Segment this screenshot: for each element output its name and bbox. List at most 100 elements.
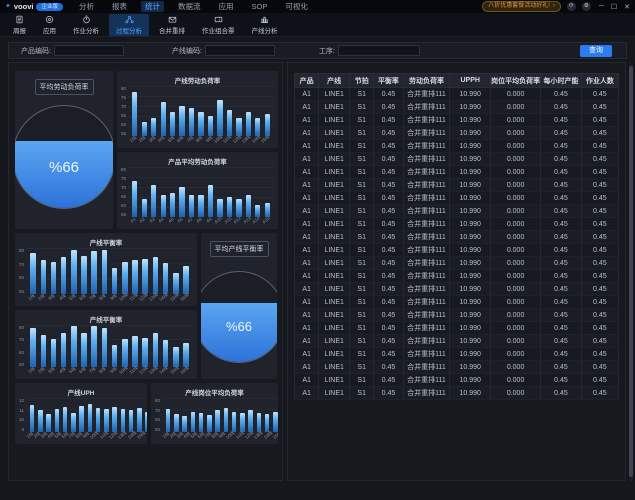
table-cell: 10.990 <box>450 127 491 140</box>
table-cell: 0.45 <box>581 322 618 335</box>
table-row[interactable]: A1LINE1S10.45合并重排11110.9900.0000.450.45 <box>295 374 619 387</box>
x-axis-labels: A1A2A3A4A5A6A7A8A9A10A11A12A13A14A15 <box>128 217 274 227</box>
table-row[interactable]: A1LINE1S10.45合并重排11110.9900.0000.450.45 <box>295 348 619 361</box>
table-cell: 0.000 <box>490 166 540 179</box>
table-cell: 合并重排111 <box>403 257 450 270</box>
table-cell: 0.000 <box>490 153 540 166</box>
table-cell: 合并重排111 <box>403 335 450 348</box>
y-axis: 807570656055 <box>120 167 128 227</box>
table-cell: 0.45 <box>541 88 582 101</box>
table-row[interactable]: A1LINE1S10.45合并重排11110.9900.0000.450.45 <box>295 153 619 166</box>
table-cell: 0.000 <box>490 257 540 270</box>
table-row[interactable]: A1LINE1S10.45合并重排11110.9900.0000.450.45 <box>295 322 619 335</box>
table-cell: 合并重排111 <box>403 205 450 218</box>
tool-weekly-report[interactable]: 周报 <box>6 14 33 36</box>
minimize-button[interactable]: ─ <box>599 3 604 11</box>
x-axis-labels: 1线2线3线4线5线6线7线8线9线10线11线12线13线14线15线16线1… <box>162 432 278 442</box>
tool-merge-rearrange[interactable]: 合并重排 <box>152 14 192 36</box>
table-row[interactable]: A1LINE1S10.45合并重排11110.9900.0000.450.45 <box>295 257 619 270</box>
table-row[interactable]: A1LINE1S10.45合并重排11110.9900.0000.450.45 <box>295 166 619 179</box>
tool-job-analysis[interactable]: 作业分析 <box>66 14 106 36</box>
table-row[interactable]: A1LINE1S10.45合并重排11110.9900.0000.450.45 <box>295 140 619 153</box>
logo-icon: ✦ <box>5 3 11 10</box>
table-row[interactable]: A1LINE1S10.45合并重排11110.9900.0000.450.45 <box>295 218 619 231</box>
table-row[interactable]: A1LINE1S10.45合并重排11110.9900.0000.450.45 <box>295 101 619 114</box>
table-cell: LINE1 <box>319 257 350 270</box>
table-cell: 0.45 <box>374 114 403 127</box>
bar-chart: 807060501线2线3线4线5线6线7线8线9线10线11线12线13线14… <box>18 325 193 377</box>
column-header[interactable]: 作业人数 <box>581 74 618 88</box>
product-code-input[interactable] <box>54 45 124 56</box>
column-header[interactable]: 岗位平均负荷率 <box>490 74 540 88</box>
table-row[interactable]: A1LINE1S10.45合并重排11110.9900.0000.450.45 <box>295 335 619 348</box>
line-code-input[interactable] <box>205 45 275 56</box>
menu-sop[interactable]: SOP <box>247 1 271 12</box>
table-cell: 0.45 <box>541 179 582 192</box>
promo-banner[interactable]: 八折优惠套餐活动好礼! › <box>482 1 561 12</box>
search-button[interactable]: 查询 <box>580 45 612 57</box>
table-cell: 0.45 <box>374 166 403 179</box>
close-button[interactable]: ✕ <box>624 3 630 11</box>
table-cell: 0.45 <box>581 192 618 205</box>
column-header[interactable]: UPPH <box>450 74 491 88</box>
table-row[interactable]: A1LINE1S10.45合并重排11110.9900.0000.450.45 <box>295 205 619 218</box>
menu-dataflow[interactable]: 数据流 <box>174 1 205 12</box>
menu-analysis[interactable]: 分析 <box>75 1 98 12</box>
table-row[interactable]: A1LINE1S10.45合并重排11110.9900.0000.450.45 <box>295 114 619 127</box>
tool-process-analysis[interactable]: 过程分析 <box>109 14 149 36</box>
table-cell: 10.990 <box>450 114 491 127</box>
table-cell: 0.45 <box>374 270 403 283</box>
menu-apps[interactable]: 应用 <box>214 1 237 12</box>
refresh-icon[interactable]: ⟳ <box>567 2 576 11</box>
bar <box>153 333 159 367</box>
table-cell: LINE1 <box>319 387 350 400</box>
plot-area <box>26 325 193 367</box>
table-row[interactable]: A1LINE1S10.45合并重排11110.9900.0000.450.45 <box>295 231 619 244</box>
table-cell: 0.000 <box>490 179 540 192</box>
chart-product-avg-labor-load-card: 产品平均劳动负荷率 807570656055A1A2A3A4A5A6A7A8A9… <box>117 152 278 229</box>
table-cell: 0.45 <box>374 283 403 296</box>
table-row[interactable]: A1LINE1S10.45合并重排11110.9900.0000.450.45 <box>295 361 619 374</box>
table-cell: S1 <box>350 205 374 218</box>
table-row[interactable]: A1LINE1S10.45合并重排11110.9900.0000.450.45 <box>295 309 619 322</box>
table-cell: 0.45 <box>374 387 403 400</box>
table-cell: 10.990 <box>450 205 491 218</box>
liquid-gauge: %66 <box>15 105 113 209</box>
column-header[interactable]: 产线 <box>319 74 350 88</box>
bar <box>199 413 204 432</box>
table-cell: 10.990 <box>450 348 491 361</box>
table-cell: 0.45 <box>581 88 618 101</box>
settings-gear-icon[interactable]: ⚙ <box>582 2 591 11</box>
table-row[interactable]: A1LINE1S10.45合并重排11110.9900.0000.450.45 <box>295 88 619 101</box>
menu-statistics[interactable]: 统计 <box>141 1 164 12</box>
column-header[interactable]: 每小时产能 <box>541 74 582 88</box>
bar <box>51 339 57 367</box>
menu-reports[interactable]: 报表 <box>108 1 131 12</box>
column-header[interactable]: 平衡率 <box>374 74 403 88</box>
column-header[interactable]: 劳动负荷率 <box>403 74 450 88</box>
table-row[interactable]: A1LINE1S10.45合并重排11110.9900.0000.450.45 <box>295 179 619 192</box>
tool-apps[interactable]: 应用 <box>36 14 63 36</box>
table-row[interactable]: A1LINE1S10.45合并重排11110.9900.0000.450.45 <box>295 192 619 205</box>
table-row[interactable]: A1LINE1S10.45合并重排11110.9900.0000.450.45 <box>295 270 619 283</box>
table-row[interactable]: A1LINE1S10.45合并重排11110.9900.0000.450.45 <box>295 127 619 140</box>
table-cell: 0.45 <box>581 257 618 270</box>
table-cell: A1 <box>295 101 319 114</box>
bar <box>198 112 203 136</box>
table-cell: 10.990 <box>450 283 491 296</box>
table-row[interactable]: A1LINE1S10.45合并重排11110.9900.0000.450.45 <box>295 387 619 400</box>
process-input[interactable] <box>338 45 420 56</box>
tool-line-analysis[interactable]: 产线分析 <box>245 14 285 36</box>
scrollbar-thumb[interactable] <box>629 66 633 477</box>
table-cell: 0.45 <box>374 140 403 153</box>
table-row[interactable]: A1LINE1S10.45合并重排11110.9900.0000.450.45 <box>295 244 619 257</box>
tool-job-combo-ticket[interactable]: 作业组合票 <box>195 14 242 36</box>
table-row[interactable]: A1LINE1S10.45合并重排11110.9900.0000.450.45 <box>295 283 619 296</box>
table-row[interactable]: A1LINE1S10.45合并重排11110.9900.0000.450.45 <box>295 296 619 309</box>
column-header[interactable]: 产品 <box>295 74 319 88</box>
table-cell: S1 <box>350 283 374 296</box>
column-header[interactable]: 节拍 <box>350 74 374 88</box>
menu-visualization[interactable]: 可视化 <box>281 1 312 12</box>
maximize-button[interactable]: ☐ <box>611 3 617 11</box>
table-cell: 10.990 <box>450 231 491 244</box>
